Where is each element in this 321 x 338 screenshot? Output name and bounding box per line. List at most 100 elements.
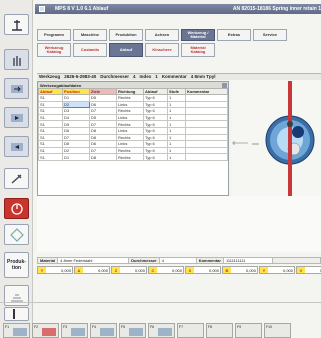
table-cell[interactable] <box>185 113 228 122</box>
table-cell[interactable]: Typ 6 <box>143 146 168 155</box>
table-cell[interactable]: D8 <box>89 133 117 142</box>
arrow-right-icon[interactable] <box>4 78 29 99</box>
function-key-6[interactable]: F6 <box>148 323 175 338</box>
table-cell[interactable]: S1 <box>38 140 63 148</box>
coordinate-field[interactable]: C 0,000 <box>148 266 184 274</box>
table-cell[interactable]: Typ 6 <box>143 140 168 148</box>
table-cell[interactable]: D5 <box>62 120 90 128</box>
table-cell[interactable]: 1 <box>167 94 186 102</box>
table-cell[interactable]: 1 <box>167 140 186 148</box>
table-row[interactable]: S1 D4 D5 Links Typ 61 <box>38 113 228 122</box>
table-row[interactable]: S1 D8 D6 Links Typ 61 <box>38 140 228 148</box>
table-cell[interactable]: D2 <box>62 146 90 155</box>
coordinate-field[interactable]: V0,000 <box>296 266 321 274</box>
table-cell[interactable]: Rechts <box>116 107 144 115</box>
axis-value[interactable]: 0,000 <box>157 267 183 273</box>
table-cell[interactable]: S1 <box>38 120 63 128</box>
table-cell[interactable]: 1 <box>167 133 186 142</box>
production-button[interactable]: Produk-tion <box>4 252 29 278</box>
step-back-icon[interactable] <box>4 136 29 157</box>
axis-value[interactable]: 0,000 <box>83 267 109 273</box>
table-cell[interactable]: Typ 6 <box>143 133 168 142</box>
table-cell[interactable]: Links <box>116 100 144 109</box>
tab-kinschere[interactable]: Kinschere <box>145 43 179 57</box>
axis-value[interactable]: 0,000 <box>120 267 146 273</box>
function-key-5[interactable]: F5 <box>119 323 146 338</box>
tab-programm[interactable]: Programm <box>37 29 71 41</box>
table-cell[interactable]: D3 <box>62 107 90 115</box>
table-cell[interactable] <box>185 133 228 142</box>
close-icon[interactable] <box>222 82 227 88</box>
table-cell[interactable]: D5 <box>89 94 117 102</box>
table-cell[interactable]: Links <box>116 126 144 135</box>
material-value[interactable]: 4 8mm Federstahl <box>57 258 130 263</box>
coordinate-field[interactable]: Z 0,000 <box>111 266 147 274</box>
table-cell[interactable]: D8 <box>89 153 117 161</box>
axis-value[interactable]: 0,000 <box>46 267 72 273</box>
tab-werkzeug-katalog[interactable]: Werkzeug Katalog <box>37 43 71 57</box>
coordinate-field[interactable]: B 0,000 <box>222 266 258 274</box>
table-row[interactable]: S1 D1 D5 Rechts Typ 61 <box>38 94 228 102</box>
table-cell[interactable]: 1 <box>167 113 186 122</box>
tab-werkzeug-material[interactable]: Werkzeug / Material <box>181 29 215 41</box>
table-cell[interactable]: D6 <box>89 140 117 148</box>
tab-maschine[interactable]: Maschine <box>73 29 107 41</box>
table-cell[interactable]: D2 <box>62 100 90 109</box>
table-cell[interactable]: Links <box>116 140 144 148</box>
table-cell[interactable] <box>185 153 228 161</box>
table-cell[interactable] <box>185 107 228 115</box>
table-row[interactable]: S1 D2 D7 Rechts Typ 61 <box>38 146 228 155</box>
function-key-10[interactable]: F10 <box>264 323 291 338</box>
hand-icon[interactable] <box>4 49 29 70</box>
tool-icon[interactable] <box>4 168 29 189</box>
table-cell[interactable]: D6 <box>89 100 117 109</box>
material-diameter-value[interactable]: 4 <box>158 258 197 263</box>
table-cell[interactable]: Rechts <box>116 120 144 128</box>
table-cell[interactable]: D1 <box>62 153 90 161</box>
table-cell[interactable]: Typ 6 <box>143 120 168 128</box>
tab-extras[interactable]: Extras <box>217 29 251 41</box>
function-key-7[interactable]: F7 <box>177 323 204 338</box>
axis-value[interactable]: 0,000 <box>305 267 321 273</box>
table-cell[interactable]: D4 <box>62 113 90 122</box>
table-cell[interactable]: S1 <box>38 153 63 161</box>
table-cell[interactable]: S1 <box>38 146 63 155</box>
table-cell[interactable] <box>185 146 228 155</box>
table-row[interactable]: S1 D2 D6 Links Typ 61 <box>38 100 228 109</box>
table-cell[interactable] <box>185 126 228 135</box>
table-cell[interactable]: Rechts <box>116 94 144 102</box>
tab-achsen[interactable]: Achsen <box>145 29 179 41</box>
table-cell[interactable]: S1 <box>38 133 63 142</box>
material-comment-value[interactable]: 1111111111 <box>222 258 273 263</box>
table-cell[interactable]: D7 <box>89 107 117 115</box>
function-key-9[interactable]: F9 <box>235 323 262 338</box>
axis-value[interactable]: 0,000 <box>231 267 257 273</box>
table-cell[interactable] <box>185 120 228 128</box>
table-cell[interactable]: S1 <box>38 107 63 115</box>
tab-costantis[interactable]: Costantis <box>73 43 107 57</box>
back-icon[interactable] <box>4 307 29 321</box>
coordinate-field[interactable]: Y 0,000 <box>37 266 73 274</box>
axis-value[interactable]: 0,000 <box>194 267 220 273</box>
table-cell[interactable]: Typ 6 <box>143 107 168 115</box>
table-cell[interactable]: S1 <box>38 94 63 102</box>
table-cell[interactable]: Rechts <box>116 133 144 142</box>
table-cell[interactable]: D7 <box>62 133 90 142</box>
tab-service[interactable]: Service <box>253 29 287 41</box>
table-cell[interactable]: 1 <box>167 107 186 115</box>
function-key-2[interactable]: F2 <box>32 323 59 338</box>
table-row[interactable]: S1 D1 D8 Rechts Typ 61 <box>38 153 228 161</box>
coordinate-field[interactable]: A 0,000 <box>74 266 110 274</box>
table-cell[interactable] <box>185 100 228 109</box>
table-row[interactable]: S1 D7 D8 Rechts Typ 61 <box>38 133 228 142</box>
table-cell[interactable]: Rechts <box>116 153 144 161</box>
function-key-4[interactable]: F4 <box>90 323 117 338</box>
diamond-icon[interactable] <box>4 224 29 245</box>
table-cell[interactable]: Typ 6 <box>143 113 168 122</box>
machine-icon[interactable] <box>4 14 29 35</box>
coordinate-field[interactable]: X 0,000 <box>185 266 221 274</box>
tab-produktion[interactable]: Produktion <box>109 29 143 41</box>
table-row[interactable]: S1 D3 D7 Rechts Typ 61 <box>38 107 228 115</box>
table-cell[interactable]: Typ 6 <box>143 94 168 102</box>
stop-icon[interactable] <box>4 198 29 219</box>
